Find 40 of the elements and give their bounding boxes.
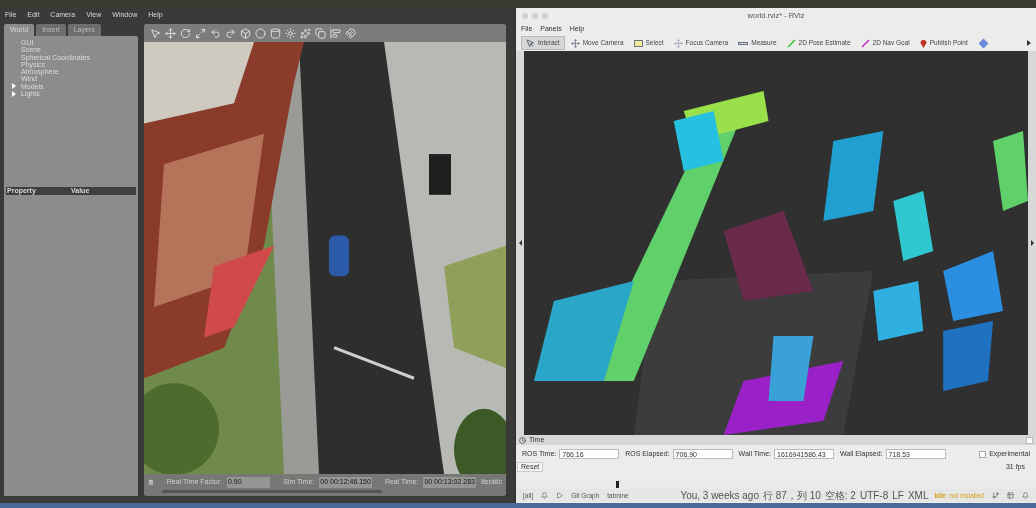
- bell-icon[interactable]: [1022, 492, 1029, 499]
- focus-icon: [673, 38, 683, 48]
- cylinder-icon[interactable]: [270, 27, 281, 39]
- pause-icon[interactable]: [148, 478, 154, 487]
- status-item[interactable]: You, 3 weeks ago: [680, 490, 759, 501]
- splitter-handle-icon[interactable]: [1030, 240, 1034, 246]
- copy-icon[interactable]: [315, 27, 326, 39]
- status-item[interactable]: 行 87，列 10: [762, 490, 821, 501]
- scale-icon[interactable]: [195, 27, 206, 39]
- layout-icon[interactable]: [1007, 492, 1014, 499]
- status-item[interactable]: UTF-8: [859, 490, 889, 501]
- status-item[interactable]: XML: [907, 490, 929, 501]
- play-icon[interactable]: [556, 492, 564, 499]
- splitter-handle-icon[interactable]: [518, 240, 522, 246]
- map-pin-icon: [919, 38, 927, 48]
- ruler-icon: [738, 41, 749, 45]
- branch-icon[interactable]: [992, 492, 999, 499]
- magnet-icon[interactable]: [345, 27, 356, 39]
- checkbox[interactable]: [979, 450, 987, 458]
- panel-float-button[interactable]: [1026, 436, 1033, 444]
- move-icon[interactable]: [165, 27, 176, 39]
- sun-icon[interactable]: [285, 27, 296, 39]
- sparkle-icon[interactable]: [300, 27, 311, 39]
- status-item[interactable]: 空格: 2: [824, 490, 856, 501]
- undo-icon[interactable]: [210, 27, 221, 39]
- align-icon[interactable]: [330, 27, 341, 39]
- bell-icon[interactable]: [541, 492, 549, 499]
- redo-icon[interactable]: [225, 27, 236, 39]
- overflow-icon[interactable]: [1027, 40, 1031, 46]
- box-icon[interactable]: [240, 27, 251, 39]
- move-icon: [570, 38, 580, 48]
- clock-icon: [519, 436, 526, 444]
- add-tool-icon[interactable]: [978, 38, 989, 48]
- select-icon: [633, 39, 643, 47]
- terminal-cursor: [616, 481, 619, 488]
- pointer-icon: [526, 38, 535, 48]
- select-arrow-icon[interactable]: [150, 27, 161, 39]
- rotate-icon[interactable]: [180, 27, 191, 39]
- status-item[interactable]: LF: [892, 490, 904, 501]
- sphere-icon[interactable]: [255, 27, 266, 39]
